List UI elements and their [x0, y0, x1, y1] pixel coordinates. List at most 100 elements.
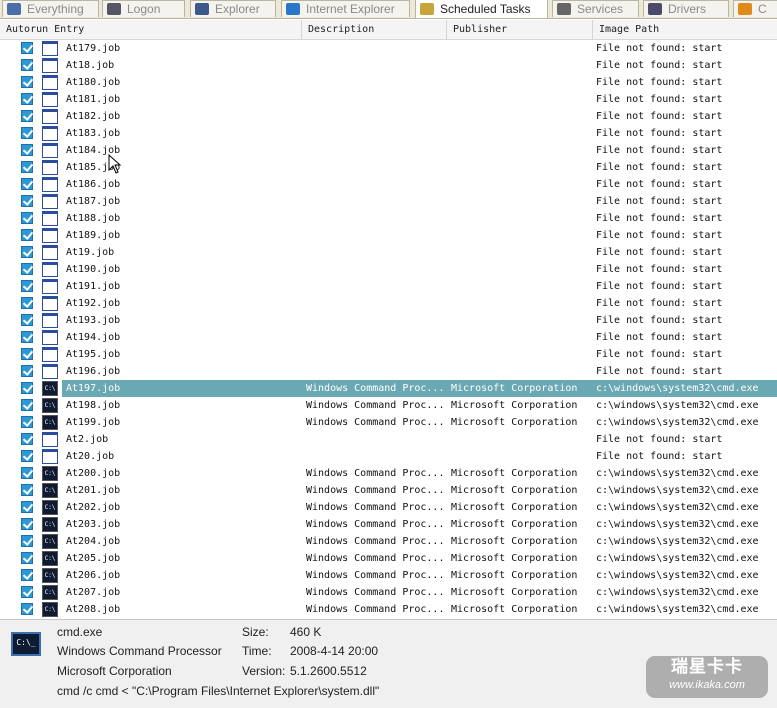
entry-checkbox[interactable]: [21, 586, 33, 598]
entry-checkbox[interactable]: [21, 195, 33, 207]
table-row[interactable]: At18.job File not found: start: [0, 57, 777, 74]
entry-checkbox[interactable]: [21, 399, 33, 411]
tab-label: Scheduled Tasks: [440, 2, 531, 16]
details-description: Windows Command Processor: [57, 644, 222, 658]
entry-checkbox[interactable]: [21, 501, 33, 513]
table-row[interactable]: At192.job File not found: start: [0, 295, 777, 312]
entry-checkbox[interactable]: [21, 365, 33, 377]
entry-checkbox[interactable]: [21, 433, 33, 445]
table-row[interactable]: C:\ At200.job Windows Command Proc... Micro…: [0, 465, 777, 482]
table-row[interactable]: C:\ At204.job Windows Command Proc... Micro…: [0, 533, 777, 550]
entry-description: [306, 363, 446, 380]
entry-checkbox[interactable]: [21, 416, 33, 428]
table-row[interactable]: At20.job File not found: start: [0, 448, 777, 465]
entry-name: At194.job: [66, 332, 121, 343]
table-row[interactable]: At179.job File not found: start: [0, 40, 777, 57]
table-row[interactable]: C:\ At203.job Windows Command Proc... Micro…: [0, 516, 777, 533]
table-row[interactable]: At181.job File not found: start: [0, 91, 777, 108]
cmd-icon: C:\: [42, 602, 58, 617]
table-row[interactable]: C:\ At199.job Windows Command Proc... Micro…: [0, 414, 777, 431]
entry-checkbox[interactable]: [21, 263, 33, 275]
entry-checkbox[interactable]: [21, 280, 33, 292]
entry-checkbox[interactable]: [21, 212, 33, 224]
table-row[interactable]: C:\ At201.job Windows Command Proc... Micro…: [0, 482, 777, 499]
tab-label: Services: [577, 2, 624, 16]
entry-checkbox[interactable]: [21, 42, 33, 54]
tab-drivers[interactable]: Drivers: [643, 0, 729, 17]
entry-checkbox[interactable]: [21, 297, 33, 309]
tab-everything[interactable]: Everything: [2, 0, 99, 17]
tab-services[interactable]: Services: [552, 0, 639, 17]
column-publisher[interactable]: Publisher: [447, 20, 593, 39]
autorun-list[interactable]: At179.job File not found: start At18.job Fi…: [0, 40, 777, 618]
table-row[interactable]: At191.job File not found: start: [0, 278, 777, 295]
tab-c[interactable]: C: [733, 0, 777, 17]
tab-scheduled-tasks[interactable]: Scheduled Tasks: [415, 0, 548, 18]
entry-checkbox[interactable]: [21, 110, 33, 122]
table-row[interactable]: At189.job File not found: start: [0, 227, 777, 244]
table-row[interactable]: At19.job File not found: start: [0, 244, 777, 261]
tab-logon[interactable]: Logon: [102, 0, 185, 17]
table-row[interactable]: At193.job File not found: start: [0, 312, 777, 329]
entry-checkbox[interactable]: [21, 161, 33, 173]
table-row[interactable]: C:\ At198.job Windows Command Proc... Micro…: [0, 397, 777, 414]
entry-checkbox[interactable]: [21, 484, 33, 496]
details-name: cmd.exe: [57, 625, 103, 639]
watermark-title: 瑞星卡卡: [671, 657, 743, 676]
tab-internet-explorer[interactable]: Internet Explorer: [281, 0, 410, 17]
entry-checkbox[interactable]: [21, 467, 33, 479]
entry-description: Windows Command Proc...: [306, 536, 445, 547]
entry-checkbox[interactable]: [21, 127, 33, 139]
watermark-url: www.ikaka.com: [669, 679, 745, 691]
tab-explorer[interactable]: Explorer: [190, 0, 276, 17]
table-row[interactable]: At190.job File not found: start: [0, 261, 777, 278]
table-row[interactable]: C:\ At207.job Windows Command Proc... Micro…: [0, 584, 777, 601]
entry-checkbox[interactable]: [21, 518, 33, 530]
table-row[interactable]: C:\ At206.job Windows Command Proc... Micro…: [0, 567, 777, 584]
table-row[interactable]: At2.job File not found: start: [0, 431, 777, 448]
table-row[interactable]: At183.job File not found: start: [0, 125, 777, 142]
entry-checkbox[interactable]: [21, 569, 33, 581]
table-row[interactable]: At186.job File not found: start: [0, 176, 777, 193]
table-row[interactable]: C:\ At205.job Windows Command Proc... Micro…: [0, 550, 777, 567]
entry-checkbox[interactable]: [21, 178, 33, 190]
column-image-path[interactable]: Image Path: [593, 20, 777, 39]
table-row[interactable]: At187.job File not found: start: [0, 193, 777, 210]
entry-publisher: [451, 278, 591, 295]
entry-publisher: [451, 295, 591, 312]
table-row[interactable]: At195.job File not found: start: [0, 346, 777, 363]
cmd-icon: C:\: [42, 517, 58, 532]
cmd-icon: C:\: [42, 534, 58, 549]
table-row[interactable]: At194.job File not found: start: [0, 329, 777, 346]
entry-checkbox[interactable]: [21, 93, 33, 105]
entry-checkbox[interactable]: [21, 603, 33, 615]
table-row[interactable]: At180.job File not found: start: [0, 74, 777, 91]
entry-checkbox[interactable]: [21, 348, 33, 360]
table-row[interactable]: At188.job File not found: start: [0, 210, 777, 227]
entry-publisher: [451, 227, 591, 244]
table-row[interactable]: C:\ At202.job Windows Command Proc... Micro…: [0, 499, 777, 516]
entry-checkbox[interactable]: [21, 59, 33, 71]
entry-checkbox[interactable]: [21, 314, 33, 326]
column-autorun-entry[interactable]: Autorun Entry: [0, 20, 302, 39]
table-row[interactable]: At196.job File not found: start: [0, 363, 777, 380]
entry-checkbox[interactable]: [21, 246, 33, 258]
entry-checkbox[interactable]: [21, 144, 33, 156]
entry-checkbox[interactable]: [21, 535, 33, 547]
entry-checkbox[interactable]: [21, 331, 33, 343]
entry-description: [306, 176, 446, 193]
table-row[interactable]: At182.job File not found: start: [0, 108, 777, 125]
job-file-icon: [42, 92, 58, 107]
column-description[interactable]: Description: [302, 20, 447, 39]
entry-checkbox[interactable]: [21, 229, 33, 241]
entry-checkbox[interactable]: [21, 552, 33, 564]
entry-checkbox[interactable]: [21, 76, 33, 88]
entry-checkbox[interactable]: [21, 382, 33, 394]
entry-image-path: File not found: start: [596, 60, 723, 71]
table-row[interactable]: C:\ At208.job Windows Command Proc... Micro…: [0, 601, 777, 618]
entry-publisher: Microsoft Corporation: [451, 604, 578, 615]
table-row[interactable]: C:\ At197.job Windows Command Proc... Micro…: [0, 380, 777, 397]
entry-checkbox[interactable]: [21, 450, 33, 462]
entry-name: At201.job: [66, 485, 121, 496]
entry-image-path: File not found: start: [596, 315, 723, 326]
